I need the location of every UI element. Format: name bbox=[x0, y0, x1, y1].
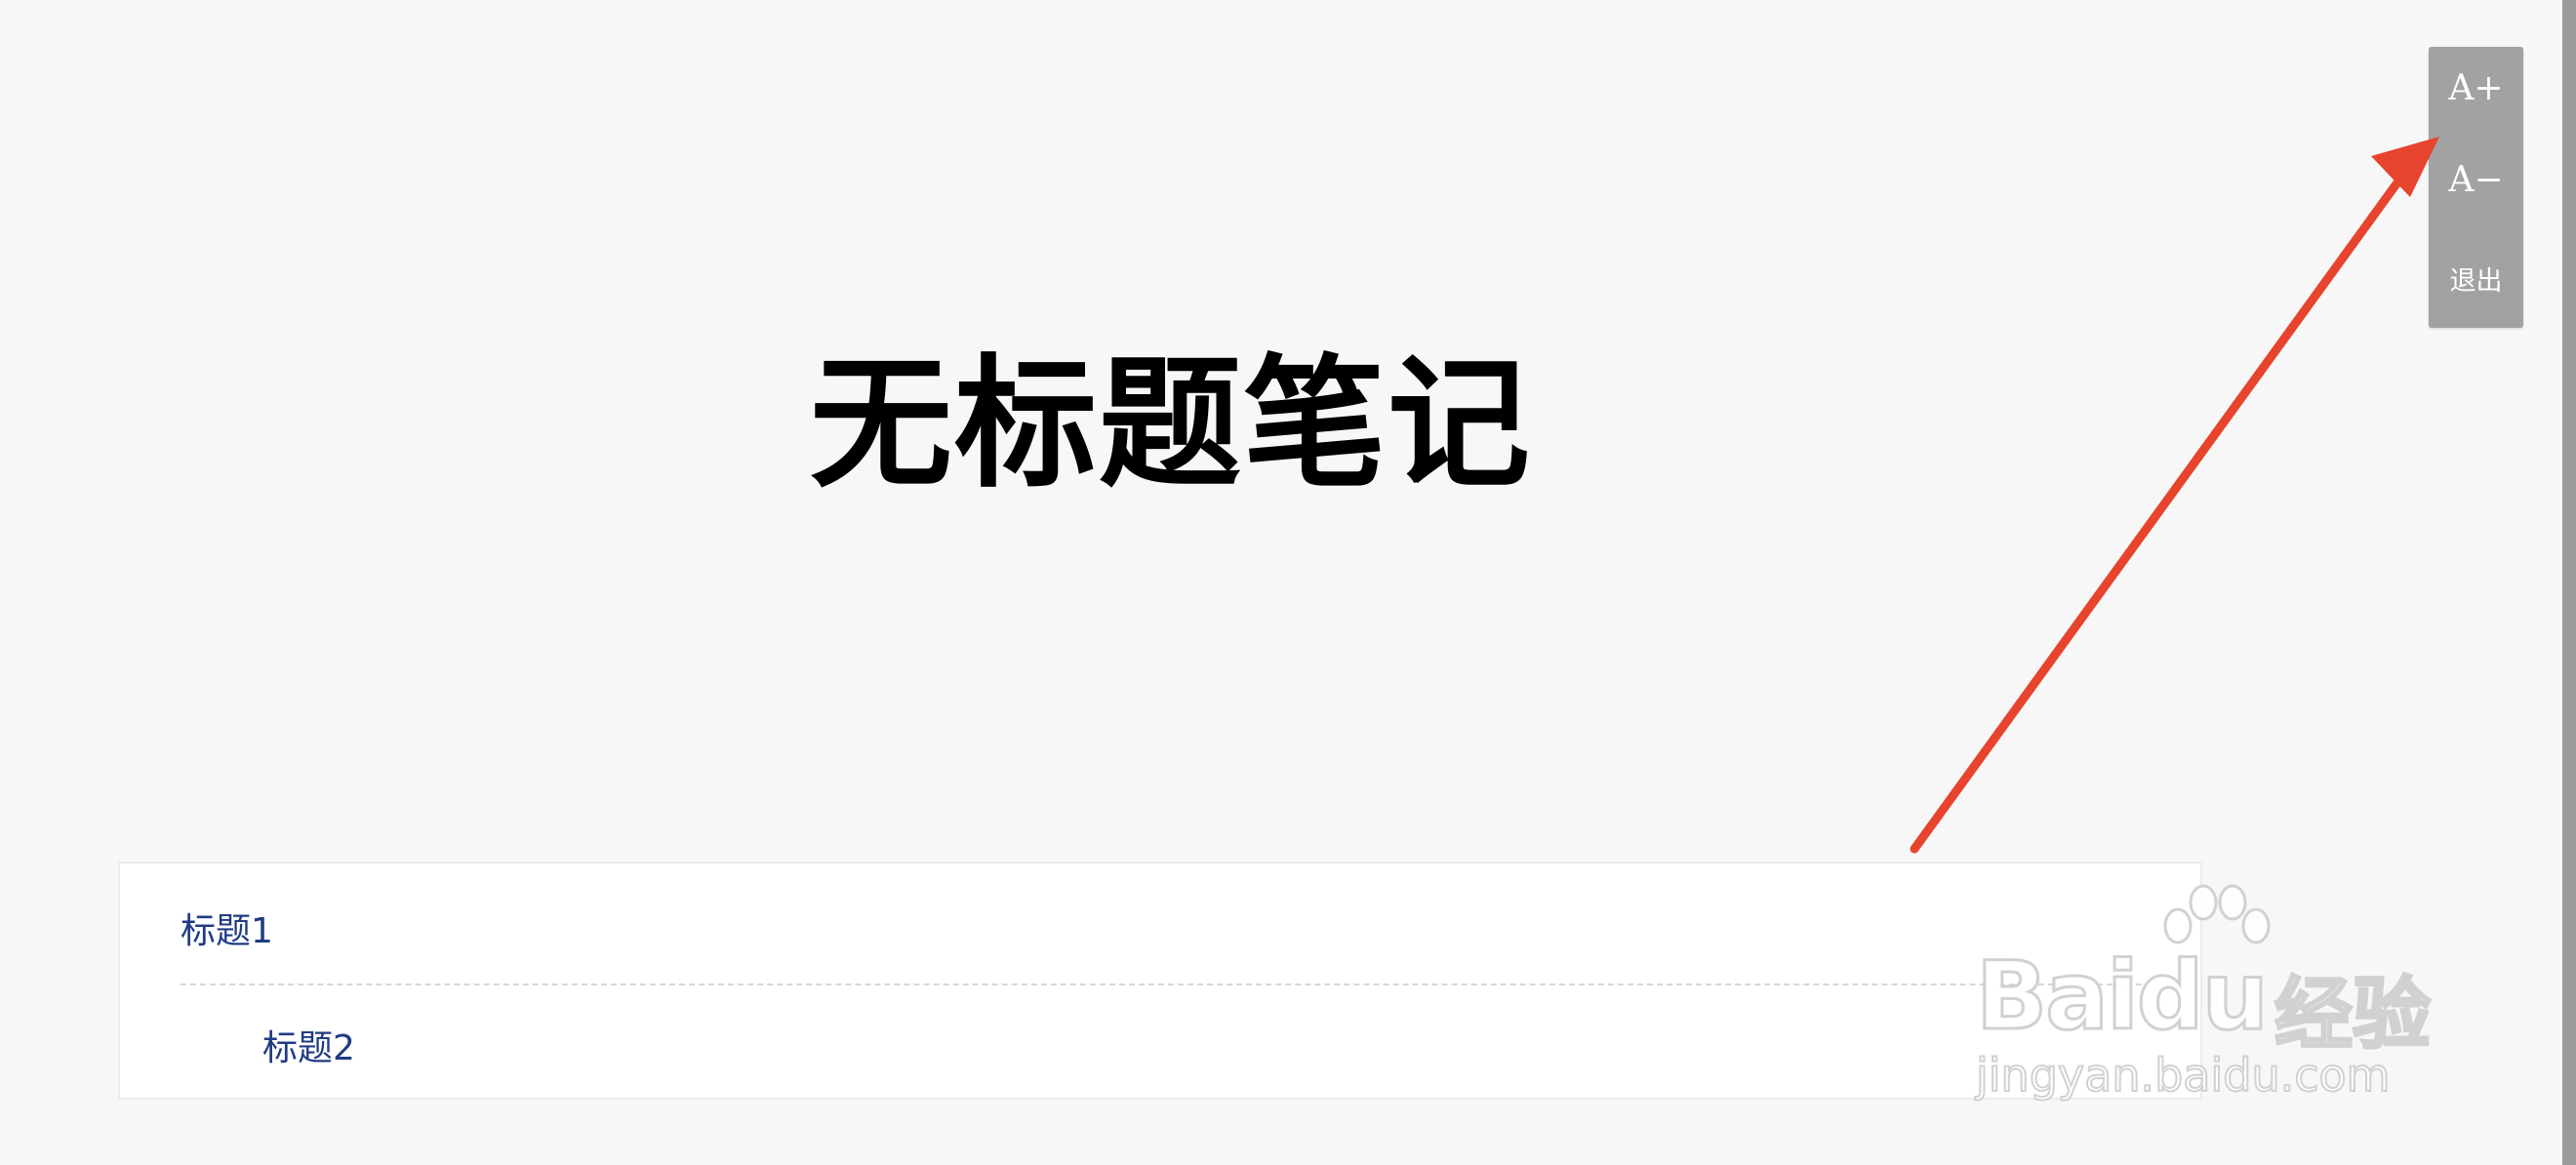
watermark-url: jingyan.baidu.com bbox=[1975, 1048, 2391, 1103]
baidu-jingyan-watermark: Baidu 经验 jingyan.baidu.com bbox=[1975, 883, 2464, 1103]
watermark-product: 经验 bbox=[2274, 968, 2433, 1062]
watermark-brand: Baidu bbox=[1975, 941, 2271, 1053]
reader-page: 无标题笔记 标题1 标题2 A+ A− 退出 Baidu 经验 jingyan.… bbox=[0, 0, 2576, 1165]
window-edge bbox=[2562, 0, 2576, 1165]
